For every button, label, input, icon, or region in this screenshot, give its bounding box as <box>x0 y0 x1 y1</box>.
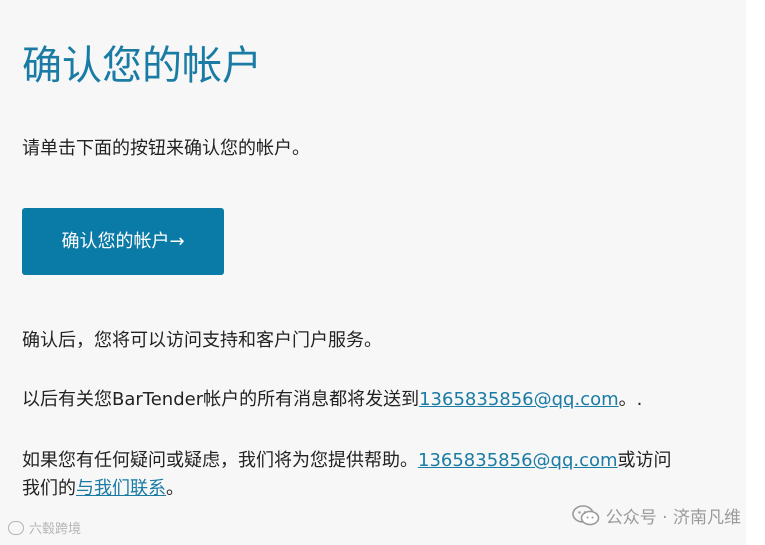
contact-us-link[interactable]: 与我们联系 <box>76 478 166 499</box>
logo-icon <box>8 521 24 535</box>
after-confirm-text: 确认后，您将可以访问支持和客户门户服务。 <box>22 330 382 351</box>
watermark-left: 六毂跨境 <box>8 518 81 537</box>
help-prefix: 如果您有任何疑问或疑虑，我们将为您提供帮助。 <box>22 450 418 471</box>
messages-prefix: 以后有关您BarTender帐户的所有消息都将发送到 <box>22 389 420 410</box>
help-email-link[interactable]: 1365835856@qq.com <box>418 450 618 471</box>
email-link[interactable]: 1365835856@qq.com <box>419 389 619 410</box>
page-title: 确认您的帐户 <box>22 43 262 89</box>
watermark-left-text: 六毂跨境 <box>29 522 82 537</box>
messages-suffix: 。. <box>618 389 643 410</box>
wechat-icon <box>571 504 600 525</box>
intro-text: 请单击下面的按钮来确认您的帐户。 <box>22 138 310 159</box>
help-paragraph: 如果您有任何疑问或疑虑，我们将为您提供帮助。1365835856@qq.com或… <box>22 447 672 503</box>
help-suffix: 。 <box>166 478 184 499</box>
help-line2-prefix: 我们的 <box>22 478 76 499</box>
watermark-right-text: 公众号 · 济南凡维 <box>605 508 741 528</box>
confirm-account-button[interactable]: 确认您的帐户→ <box>22 208 224 275</box>
messages-paragraph: 以后有关您BarTender帐户的所有消息都将发送到1365835856@qq.… <box>22 386 642 414</box>
watermark-right: 公众号 · 济南凡维 <box>571 503 741 528</box>
email-panel: 确认您的帐户 请单击下面的按钮来确认您的帐户。 确认您的帐户→ 确认后，您将可以… <box>0 0 746 545</box>
help-mid: 或访问 <box>617 450 672 471</box>
